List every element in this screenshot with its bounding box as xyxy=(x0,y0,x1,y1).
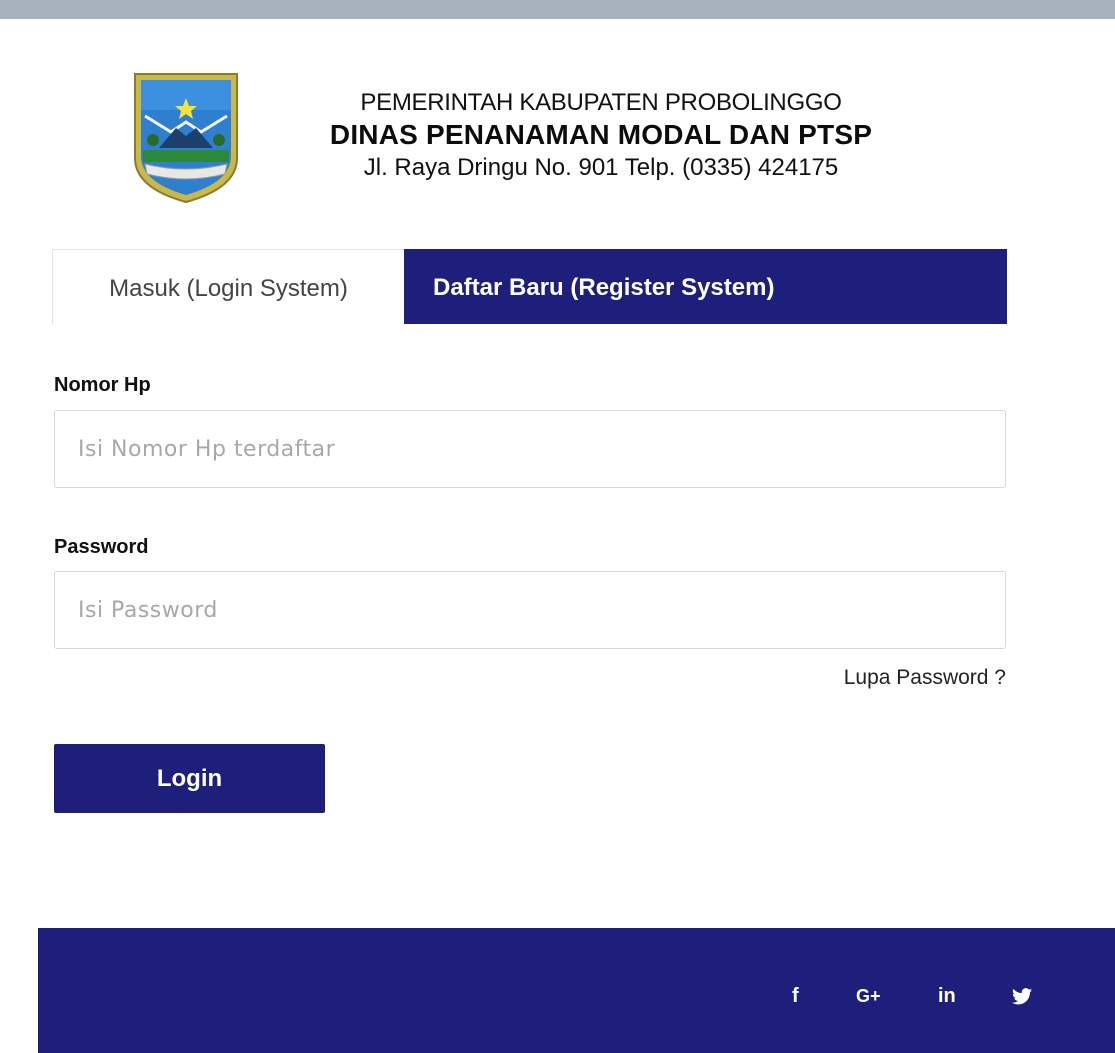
footer: f G+ in xyxy=(38,928,1115,1053)
address: Jl. Raya Dringu No. 901 Telp. (0335) 424… xyxy=(363,154,839,181)
login-button[interactable]: Login xyxy=(54,744,325,813)
facebook-icon[interactable]: f xyxy=(792,986,799,1006)
crest-logo xyxy=(131,70,241,205)
password-label: Password xyxy=(54,536,149,558)
tab-login[interactable]: Masuk (Login System) xyxy=(52,249,404,324)
password-input[interactable] xyxy=(54,571,1006,649)
tab-bar: Masuk (Login System) Daftar Baru (Regist… xyxy=(52,249,1007,324)
top-bar xyxy=(0,0,1115,19)
phone-input[interactable] xyxy=(54,410,1006,488)
header: PEMERINTAH KABUPATEN PROBOLINGGO DINAS P… xyxy=(131,70,951,205)
google-plus-icon[interactable]: G+ xyxy=(856,986,881,1006)
header-text: PEMERINTAH KABUPATEN PROBOLINGGO DINAS P… xyxy=(251,88,951,184)
tab-register[interactable]: Daftar Baru (Register System) xyxy=(433,249,774,324)
government-name: PEMERINTAH KABUPATEN PROBOLINGGO xyxy=(360,89,842,116)
linkedin-icon[interactable]: in xyxy=(938,986,956,1006)
department-name: DINAS PENANAMAN MODAL DAN PTSP xyxy=(329,119,873,150)
phone-label: Nomor Hp xyxy=(54,374,151,396)
forgot-password-link[interactable]: Lupa Password ? xyxy=(806,666,1006,690)
twitter-icon[interactable] xyxy=(1012,988,1032,1005)
